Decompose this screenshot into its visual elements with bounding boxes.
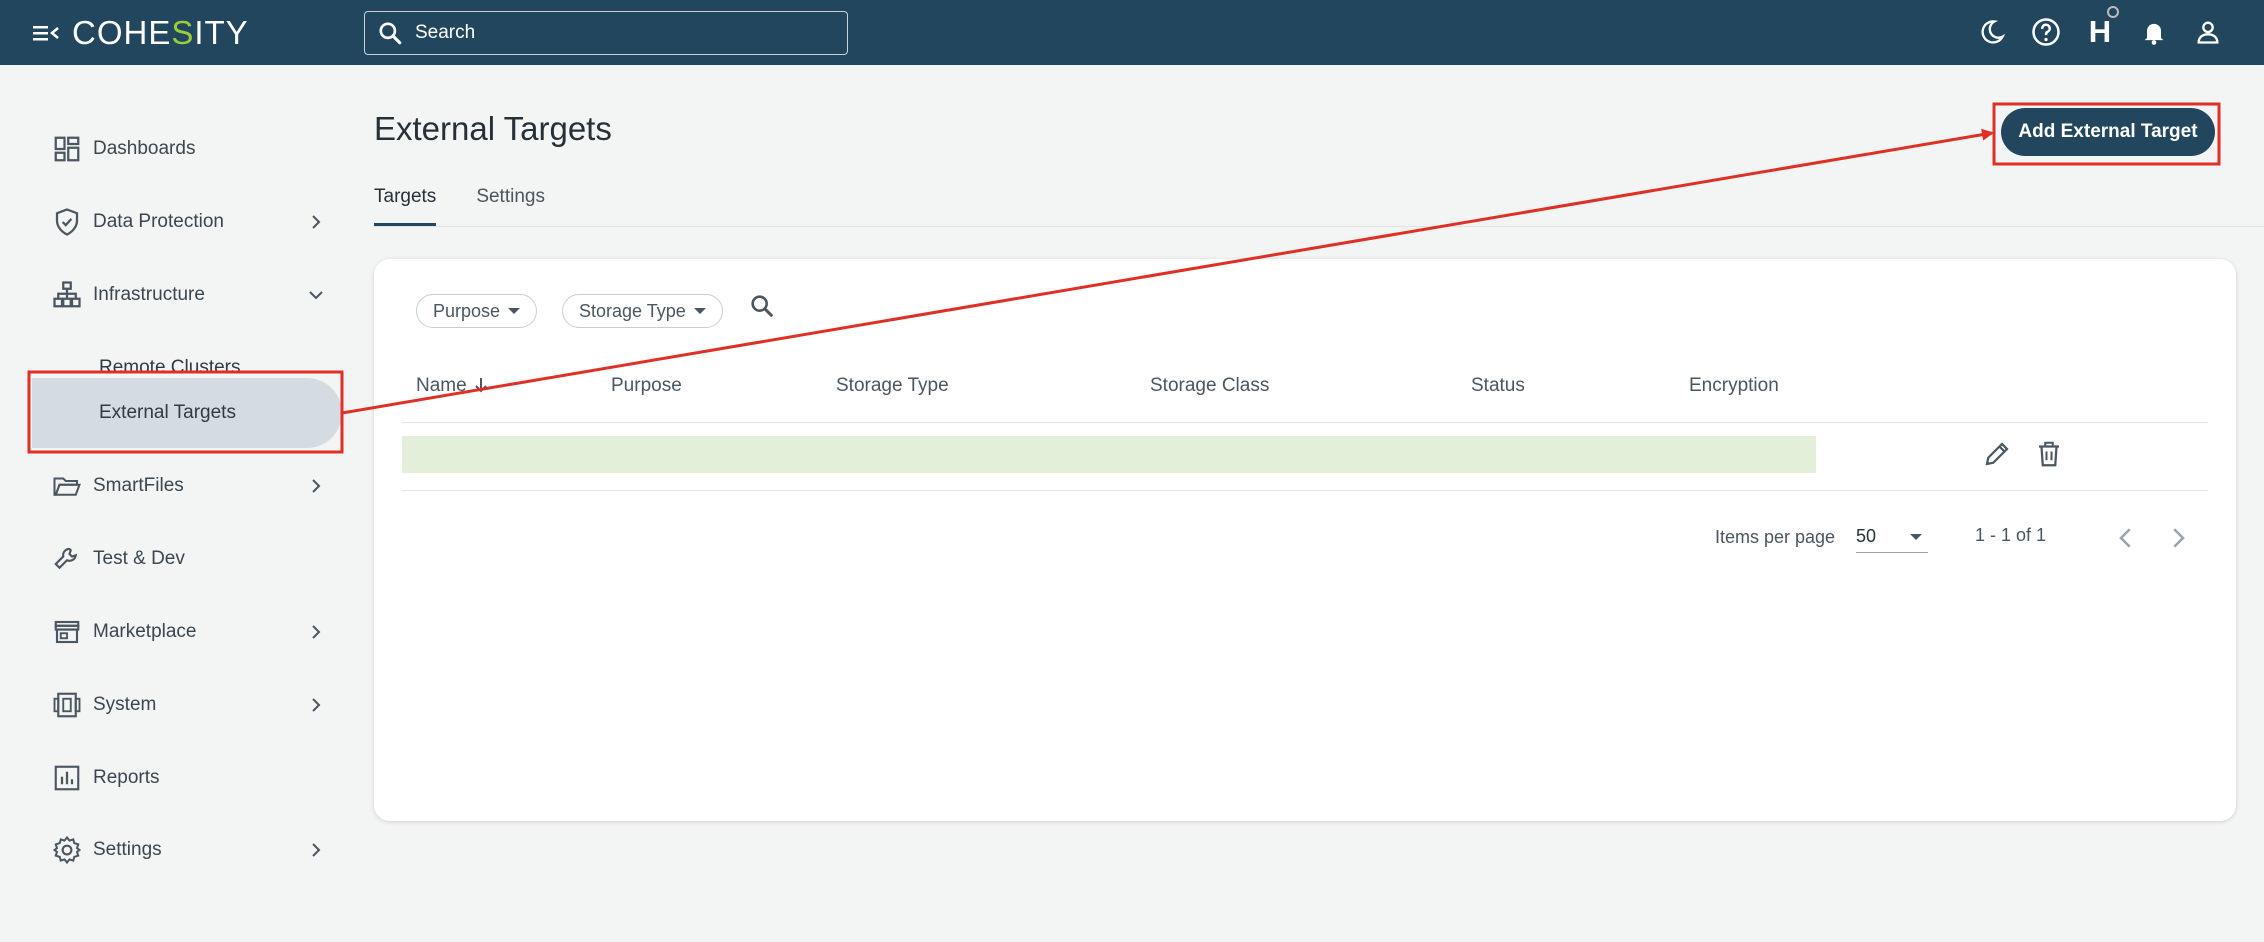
column-header-label: Name: [416, 375, 467, 396]
folder-icon: [53, 477, 81, 496]
wrench-icon: [54, 547, 77, 570]
sidebar-item-dashboards[interactable]: Dashboards: [0, 121, 344, 177]
sidebar-item-label: Infrastructure: [93, 284, 205, 305]
dark-mode-toggle[interactable]: [1976, 16, 2008, 48]
trash-icon[interactable]: [2034, 439, 2064, 469]
column-header-storage-type: Storage Type: [836, 375, 949, 396]
network-icon: [53, 281, 81, 308]
chevron-right-icon[interactable]: [2163, 523, 2193, 553]
search-input[interactable]: [415, 22, 835, 44]
chevron-right-icon: [312, 843, 321, 857]
chevron-down-icon: [309, 291, 323, 300]
sidebar-item-label: Settings: [93, 839, 162, 860]
chevron-right-icon: [312, 215, 321, 229]
system-icon: [53, 692, 81, 718]
sidebar-item-smartfiles[interactable]: SmartFiles: [0, 458, 344, 514]
sidebar: Dashboards Data Protection Infrastructur…: [0, 65, 344, 942]
tabs-divider: [374, 226, 2264, 227]
gear-icon: [52, 835, 82, 865]
help-button[interactable]: [2030, 16, 2062, 48]
column-header-encryption: Encryption: [1689, 375, 1779, 396]
storage-type-filter-label: Storage Type: [579, 300, 686, 321]
pagination-range: 1 - 1 of 1: [1975, 525, 2047, 545]
edit-icon[interactable]: [1982, 439, 2012, 469]
sidebar-item-label: External Targets: [99, 402, 236, 423]
user-icon: [2197, 21, 2219, 44]
tab-targets[interactable]: Targets: [374, 182, 437, 226]
notifications-button[interactable]: [2138, 16, 2170, 48]
help-icon: [2032, 18, 2060, 46]
table-row-divider: [402, 490, 2208, 491]
sidebar-item-label: Data Protection: [93, 211, 224, 232]
sidebar-item-data-protection[interactable]: Data Protection: [0, 194, 344, 250]
sidebar-item-label: SmartFiles: [93, 475, 184, 496]
table-header-divider: [402, 422, 2208, 423]
purpose-filter[interactable]: Purpose: [416, 294, 538, 328]
column-header-status: Status: [1471, 375, 1525, 396]
sidebar-item-label: Marketplace: [93, 621, 197, 642]
caret-down-icon: [508, 308, 521, 314]
chevron-right-icon: [312, 479, 321, 493]
chevron-right-icon: [312, 625, 321, 639]
dashboard-icon: [54, 136, 80, 162]
report-icon: [54, 765, 80, 791]
caret-down-icon: [1910, 534, 1922, 540]
purpose-filter-label: Purpose: [433, 300, 501, 321]
search-icon: [379, 22, 402, 45]
sidebar-item-system[interactable]: System: [0, 677, 344, 733]
items-per-page-value: 50: [1856, 526, 1877, 546]
moon-icon: [1981, 20, 2006, 44]
helios-icon: H: [2089, 6, 2120, 50]
menu-collapse-icon[interactable]: [32, 21, 60, 45]
chevron-right-icon: [312, 698, 321, 712]
bell-icon: [2144, 23, 2164, 45]
caret-down-icon: [693, 308, 706, 314]
sidebar-item-label: Reports: [93, 767, 160, 788]
sidebar-item-label: Test & Dev: [93, 548, 185, 569]
sidebar-item-infrastructure[interactable]: Infrastructure: [0, 267, 344, 323]
sidebar-item-test-dev[interactable]: Test & Dev: [0, 531, 344, 587]
tab-settings[interactable]: Settings: [476, 182, 545, 226]
user-menu-button[interactable]: [2192, 16, 2224, 48]
sidebar-item-label: System: [93, 694, 157, 715]
column-header-storage-class: Storage Class: [1150, 375, 1270, 396]
storage-type-filter[interactable]: Storage Type: [562, 294, 723, 328]
sort-arrow-down-icon: [475, 378, 487, 393]
sidebar-item-label: Remote Clusters: [99, 357, 241, 378]
targets-table-card: Purpose Storage Type Name Purpose Storag…: [374, 259, 2236, 821]
tab-bar: Targets Settings: [374, 182, 585, 226]
helios-button[interactable]: H: [2084, 6, 2120, 50]
add-external-target-button[interactable]: Add External Target: [2001, 108, 2215, 156]
sidebar-item-marketplace[interactable]: Marketplace: [0, 604, 344, 660]
page-title: External Targets: [374, 110, 612, 147]
cohesity-logo[interactable]: COHESITY: [72, 14, 249, 52]
items-per-page-label: Items per page: [1715, 527, 1836, 547]
top-bar: COHESITY H: [0, 0, 2264, 65]
sidebar-subitem-external-targets[interactable]: External Targets: [0, 378, 344, 448]
items-per-page-select[interactable]: 50: [1856, 521, 1928, 553]
sidebar-item-reports[interactable]: Reports: [0, 750, 344, 806]
sidebar-item-label: Dashboards: [93, 138, 196, 159]
shield-icon: [55, 208, 79, 236]
chevron-left-icon[interactable]: [2111, 523, 2141, 553]
sidebar-item-settings[interactable]: Settings: [0, 822, 344, 878]
column-header-name[interactable]: Name: [416, 375, 488, 397]
column-header-purpose: Purpose: [611, 375, 682, 396]
search-icon[interactable]: [748, 292, 776, 320]
store-icon: [54, 620, 80, 644]
table-row[interactable]: [402, 436, 1816, 473]
global-search[interactable]: [364, 11, 848, 55]
